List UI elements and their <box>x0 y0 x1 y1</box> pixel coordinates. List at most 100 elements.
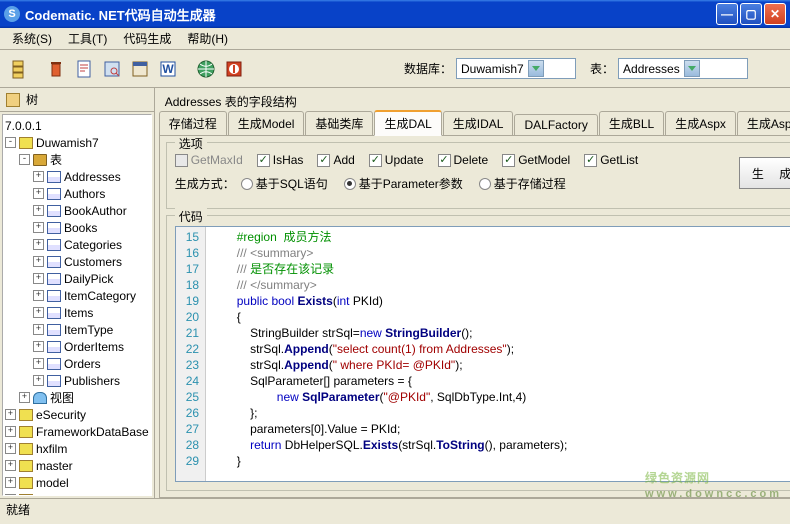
radio-icon <box>344 178 356 190</box>
tool-delete-icon[interactable] <box>44 57 68 81</box>
tab-3[interactable]: 生成DAL <box>374 110 441 136</box>
tab-strip: 存储过程生成Model基础类库生成DAL生成IDALDALFactory生成BL… <box>159 112 790 136</box>
tree-table-item[interactable]: +ItemCategory <box>5 287 149 304</box>
status-text: 就绪 <box>6 501 30 518</box>
checkbox-icon <box>438 154 451 167</box>
tree-table-item[interactable]: +ItemType <box>5 321 149 338</box>
check-Delete[interactable]: Delete <box>438 153 489 167</box>
tree-icon <box>6 93 20 107</box>
sidebar: 树 7.0.0.1 -Duwamish7 -表 +Addresses+Autho… <box>0 88 155 498</box>
mode-基于存储过程[interactable]: 基于存储过程 <box>479 175 566 192</box>
tab-4[interactable]: 生成IDAL <box>443 111 514 135</box>
mode-基于Parameter参数[interactable]: 基于Parameter参数 <box>344 175 463 192</box>
tab-8[interactable]: 生成Aspx.Cs <box>737 111 790 135</box>
tree-db-item[interactable]: +hxfilm <box>5 440 149 457</box>
db-label: 数据库： <box>404 60 452 77</box>
app-icon: S <box>4 6 20 22</box>
menu-help[interactable]: 帮助(H) <box>179 28 236 49</box>
chevron-down-icon[interactable] <box>528 60 544 77</box>
menu-system[interactable]: 系统(S) <box>4 28 60 49</box>
check-Update[interactable]: Update <box>369 153 424 167</box>
tab-6[interactable]: 生成BLL <box>599 111 664 135</box>
statusbar: 就绪 <box>0 498 790 520</box>
check-IsHas[interactable]: IsHas <box>257 153 304 167</box>
tool-script-icon[interactable] <box>72 57 96 81</box>
mode-基于SQL语句[interactable]: 基于SQL语句 <box>241 175 328 192</box>
tool-word-icon[interactable]: W <box>156 57 180 81</box>
tree-table-item[interactable]: +Addresses <box>5 168 149 185</box>
tree-db[interactable]: -Duwamish7 <box>5 134 149 151</box>
table-combo-value: Addresses <box>623 62 680 76</box>
options-group: 选项 GetMaxIdIsHasAddUpdateDeleteGetModelG… <box>166 142 790 209</box>
main: Addresses 表的字段结构 存储过程生成Model基础类库生成DAL生成I… <box>155 88 790 498</box>
maximize-button[interactable]: ▢ <box>740 3 762 25</box>
tree-table-item[interactable]: +DailyPick <box>5 270 149 287</box>
table-label: 表： <box>590 60 614 77</box>
checkbox-icon <box>317 154 330 167</box>
code-gutter: 151617181920212223242526272829 <box>176 227 206 481</box>
tree-db-item[interactable]: +MovieCount <box>5 491 149 496</box>
db-combo-value: Duwamish7 <box>461 62 524 76</box>
tree-table-item[interactable]: +Books <box>5 219 149 236</box>
radio-icon <box>241 178 253 190</box>
menubar: 系统(S) 工具(T) 代码生成 帮助(H) <box>0 28 790 50</box>
tree[interactable]: 7.0.0.1 -Duwamish7 -表 +Addresses+Authors… <box>2 114 152 496</box>
tree-root[interactable]: 7.0.0.1 <box>5 117 149 134</box>
tree-table-item[interactable]: +Categories <box>5 236 149 253</box>
tree-table-item[interactable]: +Customers <box>5 253 149 270</box>
checkbox-icon <box>257 154 270 167</box>
radio-icon <box>479 178 491 190</box>
tree-table-item[interactable]: +Items <box>5 304 149 321</box>
menu-codegen[interactable]: 代码生成 <box>115 28 179 49</box>
menu-tools[interactable]: 工具(T) <box>60 28 115 49</box>
tree-db-item[interactable]: +eSecurity <box>5 406 149 423</box>
tree-db-item[interactable]: +master <box>5 457 149 474</box>
minimize-button[interactable]: — <box>716 3 738 25</box>
code-content[interactable]: #region 成员方法 /// <summary> /// 是否存在该记录 /… <box>206 227 790 481</box>
tree-tables-folder[interactable]: -表 <box>5 151 149 168</box>
checkbox-icon <box>502 154 515 167</box>
tool-query-icon[interactable] <box>100 57 124 81</box>
tree-table-item[interactable]: +Orders <box>5 355 149 372</box>
sidebar-tab-label: 树 <box>26 91 38 108</box>
tree-views-folder[interactable]: +视图 <box>5 389 149 406</box>
tree-db-item[interactable]: +FrameworkDataBase <box>5 423 149 440</box>
tab-7[interactable]: 生成Aspx <box>665 111 736 135</box>
breadcrumb: Addresses 表的字段结构 <box>159 90 790 112</box>
svg-text:W: W <box>162 62 174 76</box>
tree-table-item[interactable]: +OrderItems <box>5 338 149 355</box>
tree-db-item[interactable]: +model <box>5 474 149 491</box>
code-title: 代码 <box>175 208 207 225</box>
generate-button[interactable]: 生 成 <box>739 157 790 189</box>
close-button[interactable]: ✕ <box>764 3 786 25</box>
table-combo[interactable]: Addresses <box>618 58 748 79</box>
tool-design-icon[interactable] <box>128 57 152 81</box>
tool-connect-icon[interactable] <box>6 57 30 81</box>
tab-5[interactable]: DALFactory <box>514 114 597 135</box>
check-GetMaxId: GetMaxId <box>175 153 243 167</box>
tool-stop-icon[interactable] <box>222 57 246 81</box>
code-group: 代码 151617181920212223242526272829 #regio… <box>166 215 790 491</box>
code-editor[interactable]: 151617181920212223242526272829 #region 成… <box>175 226 790 482</box>
chevron-down-icon[interactable] <box>684 60 700 77</box>
checkbox-icon <box>175 154 188 167</box>
tab-0[interactable]: 存储过程 <box>159 111 227 135</box>
window-title: Codematic. NET代码自动生成器 <box>25 5 714 24</box>
toolbar: W 数据库： Duwamish7 表： Addresses <box>0 50 790 88</box>
checkbox-icon <box>369 154 382 167</box>
check-GetList[interactable]: GetList <box>584 153 638 167</box>
tool-web-icon[interactable] <box>194 57 218 81</box>
tree-table-item[interactable]: +Publishers <box>5 372 149 389</box>
mode-label: 生成方式： <box>175 175 235 192</box>
check-GetModel[interactable]: GetModel <box>502 153 570 167</box>
db-combo[interactable]: Duwamish7 <box>456 58 576 79</box>
check-Add[interactable]: Add <box>317 153 354 167</box>
titlebar: S Codematic. NET代码自动生成器 — ▢ ✕ <box>0 0 790 28</box>
options-title: 选项 <box>175 136 207 152</box>
sidebar-tab-tree[interactable]: 树 <box>0 88 154 112</box>
tree-table-item[interactable]: +Authors <box>5 185 149 202</box>
tab-2[interactable]: 基础类库 <box>305 111 373 135</box>
tree-table-item[interactable]: +BookAuthor <box>5 202 149 219</box>
checkbox-icon <box>584 154 597 167</box>
tab-1[interactable]: 生成Model <box>228 111 305 135</box>
